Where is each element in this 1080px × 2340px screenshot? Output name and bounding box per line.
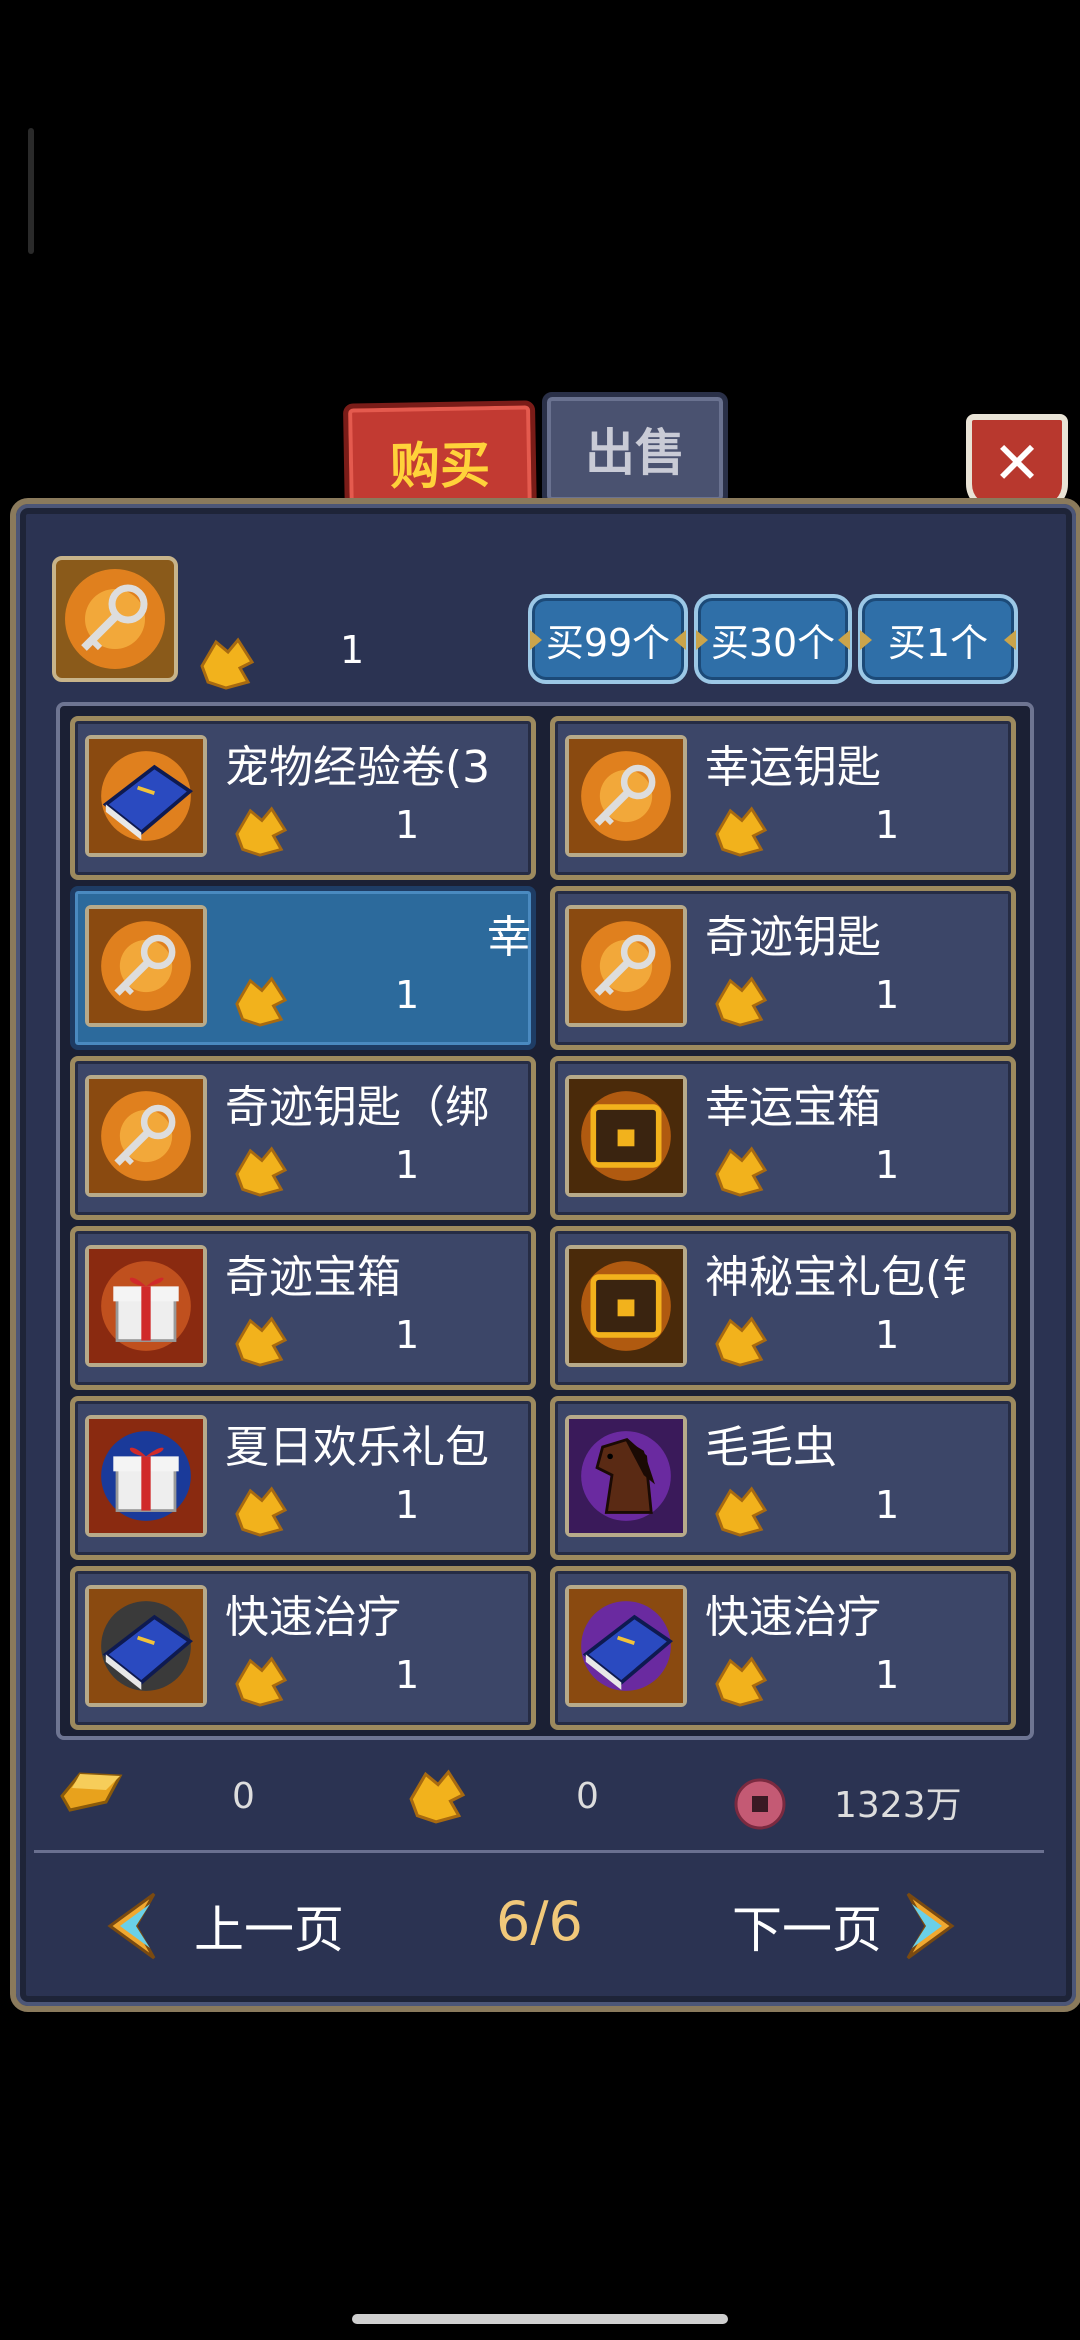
buy-99-button[interactable]: 买99个 — [528, 594, 688, 684]
blue-book-icon — [85, 1585, 207, 1707]
item-name: 夏日欢乐礼包 — [225, 1422, 489, 1473]
leaf-currency-icon — [715, 976, 768, 1027]
leaf-currency-icon — [235, 976, 288, 1027]
item-name: 快速治疗 — [225, 1592, 401, 1643]
item-price: 1 — [875, 1653, 900, 1697]
item-card[interactable]: 神秘宝礼包(钅 1 — [550, 1226, 1016, 1390]
item-card[interactable]: 快速治疗 1 — [550, 1566, 1016, 1730]
item-name: 奇迹宝箱 — [225, 1252, 401, 1303]
coin-amount: 1323万 — [834, 1785, 962, 1826]
blue-book-icon — [85, 735, 207, 857]
item-price: 1 — [395, 1143, 420, 1187]
selected-price: 1 — [340, 628, 365, 672]
item-card[interactable]: 奇迹钥匙 1 — [550, 886, 1016, 1050]
item-card[interactable]: 夏日欢乐礼包 1 — [70, 1396, 536, 1560]
buy-1-button[interactable]: 买1个 — [858, 594, 1018, 684]
item-price: 1 — [395, 803, 420, 847]
blue-book-icon — [565, 1585, 687, 1707]
item-card[interactable]: 幸1 — [70, 886, 536, 1050]
item-name: 幸运钥匙 — [705, 742, 881, 793]
item-card[interactable]: 奇迹宝箱 1 — [70, 1226, 536, 1390]
horse-icon — [565, 1415, 687, 1537]
item-price: 1 — [875, 973, 900, 1017]
next-page-button[interactable]: 下一页 — [732, 1890, 956, 1962]
key-icon — [85, 1075, 207, 1197]
item-price: 1 — [875, 1143, 900, 1187]
item-name: 奇迹钥匙 — [705, 912, 881, 963]
status-indicator — [28, 128, 34, 254]
close-icon: ✕ — [992, 429, 1042, 497]
leaf-currency-icon — [200, 637, 255, 690]
leaf-amount: 0 — [576, 1776, 599, 1817]
page-indicator: 6/6 — [496, 1890, 583, 1953]
leaf-currency-icon — [715, 806, 768, 857]
leaf-currency-icon — [235, 1316, 288, 1367]
leaf-currency-icon — [409, 1769, 466, 1824]
leaf-currency-icon — [715, 1146, 768, 1197]
item-card[interactable]: 奇迹钥匙（绑 1 — [70, 1056, 536, 1220]
treasure-chest-icon — [565, 1075, 687, 1197]
item-card[interactable]: 快速治疗 1 — [70, 1566, 536, 1730]
leaf-currency-icon — [235, 1656, 288, 1707]
leaf-currency-icon — [235, 1146, 288, 1197]
arrow-right-icon — [906, 1892, 955, 1960]
item-name: 毛毛虫 — [705, 1422, 837, 1473]
item-name: 幸 — [487, 912, 531, 963]
key-icon — [85, 905, 207, 1027]
item-price: 1 — [395, 973, 420, 1017]
gold-amount: 0 — [232, 1776, 255, 1817]
prev-page-button[interactable]: 上一页 — [106, 1890, 344, 1962]
gold-ingot-icon — [60, 1772, 123, 1812]
item-price: 1 — [395, 1653, 420, 1697]
coin-icon — [734, 1778, 786, 1830]
home-indicator[interactable] — [352, 2314, 728, 2324]
gift-box-icon — [85, 1245, 207, 1367]
item-name: 奇迹钥匙（绑 — [225, 1082, 489, 1133]
key-icon — [52, 556, 178, 682]
item-card[interactable]: 宠物经验卷(3 1 — [70, 716, 536, 880]
item-price: 1 — [395, 1313, 420, 1357]
leaf-currency-icon — [715, 1486, 768, 1537]
buy-30-button[interactable]: 买30个 — [694, 594, 852, 684]
item-price: 1 — [875, 1313, 900, 1357]
leaf-currency-icon — [715, 1316, 768, 1367]
key-icon — [565, 905, 687, 1027]
item-name: 神秘宝礼包(钅 — [705, 1252, 987, 1303]
leaf-currency-icon — [715, 1656, 768, 1707]
item-name: 快速治疗 — [705, 1592, 881, 1643]
item-card[interactable]: 幸运宝箱 1 — [550, 1056, 1016, 1220]
tab-sell[interactable]: 出售 — [542, 392, 728, 506]
treasure-chest-icon — [565, 1245, 687, 1367]
leaf-currency-icon — [235, 806, 288, 857]
item-price: 1 — [875, 1483, 900, 1527]
item-card[interactable]: 毛毛虫 1 — [550, 1396, 1016, 1560]
leaf-currency-icon — [235, 1486, 288, 1537]
key-icon — [565, 735, 687, 857]
item-price: 1 — [875, 803, 900, 847]
item-card[interactable]: 幸运钥匙 1 — [550, 716, 1016, 880]
item-price: 1 — [395, 1483, 420, 1527]
item-name: 宠物经验卷(3 — [225, 742, 491, 793]
arrow-left-icon — [107, 1892, 156, 1960]
divider — [34, 1850, 1044, 1853]
item-name: 幸运宝箱 — [705, 1082, 881, 1133]
gift-box-icon — [85, 1415, 207, 1537]
